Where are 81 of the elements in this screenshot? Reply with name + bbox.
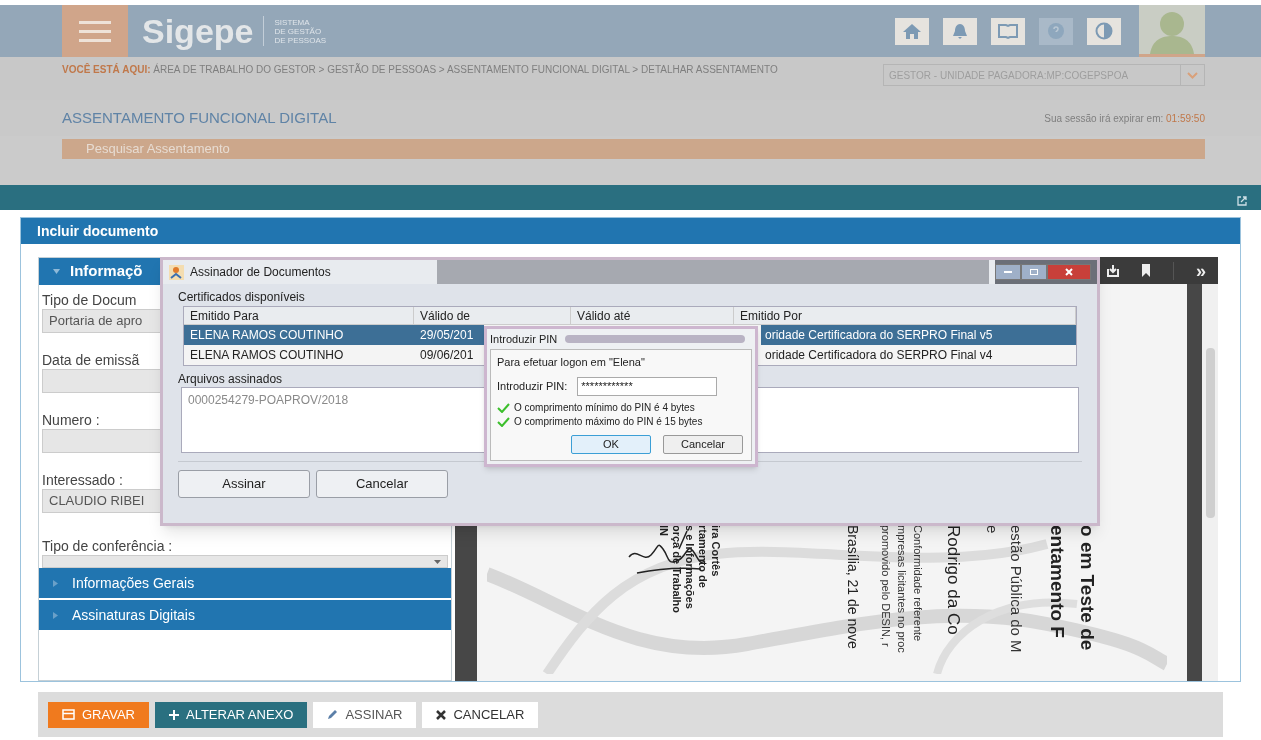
avatar[interactable] [1139,5,1205,57]
document-text: Conformidade referente [911,525,925,644]
document-text: promovido pelo DESIN, r [879,525,893,649]
bookmark-icon[interactable] [1141,264,1151,277]
close-icon [1065,268,1073,276]
breadcrumb: VOCÊ ESTÁ AQUI: ÁREA DE TRABALHO DO GESTOR > GESTÃO DE PESSOAS > ASSENTAMENTO FUNCIONAL DIGITAL > DETALHAR ASSENTAMENTO [62,64,779,77]
logo-subtitle: SISTEMA DE GESTÃO DE PESSOAS [274,17,327,45]
rule-text: O comprimento mínimo do PIN é 4 bytes [514,400,695,415]
chevron-down-icon [1187,71,1198,79]
table-cell[interactable]: oridade Certificadora do SERPRO Final v4 [761,345,1076,365]
scrollbar[interactable] [1202,284,1218,681]
document-text: entamento F [1046,525,1069,640]
message-text: Para efetuar logon em "Elena" [497,355,646,370]
minimize-button[interactable] [995,264,1021,280]
table-cell[interactable]: ELENA RAMOS COUTINHO [184,345,414,365]
dialog-button[interactable]: OK [571,434,651,454]
document-text: orça de Trabalho [670,525,683,614]
document-text: o em Teste de [1076,525,1099,651]
field-label: Numero : [42,411,100,429]
dialog-button[interactable]: Assinar [178,470,310,498]
document-text: estão Pública do M [1007,525,1026,653]
bell-icon[interactable] [943,17,977,45]
document-text: IN [657,525,670,538]
logo: Sigepe [142,14,254,48]
close-icon [436,709,447,720]
help-icon[interactable] [1039,17,1073,45]
accordion-header[interactable]: Informações Gerais [39,568,451,598]
more-button[interactable]: » [1196,261,1206,280]
accordion-header[interactable]: Assinaturas Digitais [39,600,451,630]
group-label: Arquivos assinados [178,372,283,386]
book-icon[interactable] [991,17,1025,45]
contrast-icon[interactable] [1087,17,1121,45]
table-cell[interactable]: 29/05/201 [414,325,484,345]
caret-icon [53,611,58,619]
field-label: Tipo de conferência : [42,537,173,555]
field-label: Interessado : [42,471,123,489]
column-header[interactable]: Válido até [571,307,734,324]
download-icon[interactable] [1107,264,1119,277]
rule-text: O comprimento máximo do PIN é 15 bytes [514,414,703,429]
session-timer: Sua sessão irá expirar em: 01:59:50 [1044,111,1205,126]
document-text: s e Informações [683,525,696,611]
file-item[interactable]: 0000254279-POAPROV/2018 [188,391,349,409]
caret-icon [434,559,441,564]
close-button[interactable] [1047,264,1091,280]
dialog-button[interactable]: Cancelar [663,434,743,454]
dialog-title: Introduzir PIN [490,331,558,347]
column-header[interactable]: Válido de [414,307,571,324]
group-label: Certificados disponíveis [178,290,305,304]
table-cell[interactable]: oridade Certificadora do SERPRO Final v5 [761,325,1076,345]
document-text: e [983,525,1002,536]
app-icon [169,264,184,280]
action-button[interactable]: ALTERAR ANEXO [155,701,308,728]
document-text: Rodrigo da Co [943,525,964,635]
action-button[interactable]: CANCELAR [422,701,539,728]
page-title: ASSENTAMENTO FUNCIONAL DIGITAL [62,107,338,128]
action-button[interactable]: ASSINAR [313,701,417,728]
card-icon [62,709,75,720]
pencil-icon [327,709,339,720]
select-field[interactable] [42,555,448,568]
field-label: Introduzir PIN: [497,378,568,394]
panel-header: Incluir documento [21,218,1240,244]
external-link-icon[interactable] [1237,196,1247,206]
pin-field[interactable]: ************ [577,376,718,396]
menu-button[interactable] [62,5,128,57]
table-cell[interactable]: 09/06/201 [414,345,484,365]
maximize-button[interactable] [1021,264,1047,280]
column-header[interactable]: Emitido Para [184,307,414,324]
document-text: Brasília, 21 de nove [844,525,862,649]
dialog-button[interactable]: Cancelar [316,470,448,498]
document-text: mpresas licitantes no proc [895,525,909,653]
document-text: ira Cortês [709,525,722,579]
home-icon[interactable] [895,17,929,45]
dialog-title: Assinador de Documentos [190,264,331,281]
plus-icon [169,709,179,720]
caret-icon [53,269,60,274]
field-label: Tipo de Docum [42,291,137,309]
document-text: rtamento de [696,525,709,590]
field-label: Data de emissã [42,351,140,369]
column-header[interactable]: Emitido Por [734,307,1076,324]
caret-icon [53,579,58,587]
table-cell[interactable]: ELENA RAMOS COUTINHO [184,325,414,345]
